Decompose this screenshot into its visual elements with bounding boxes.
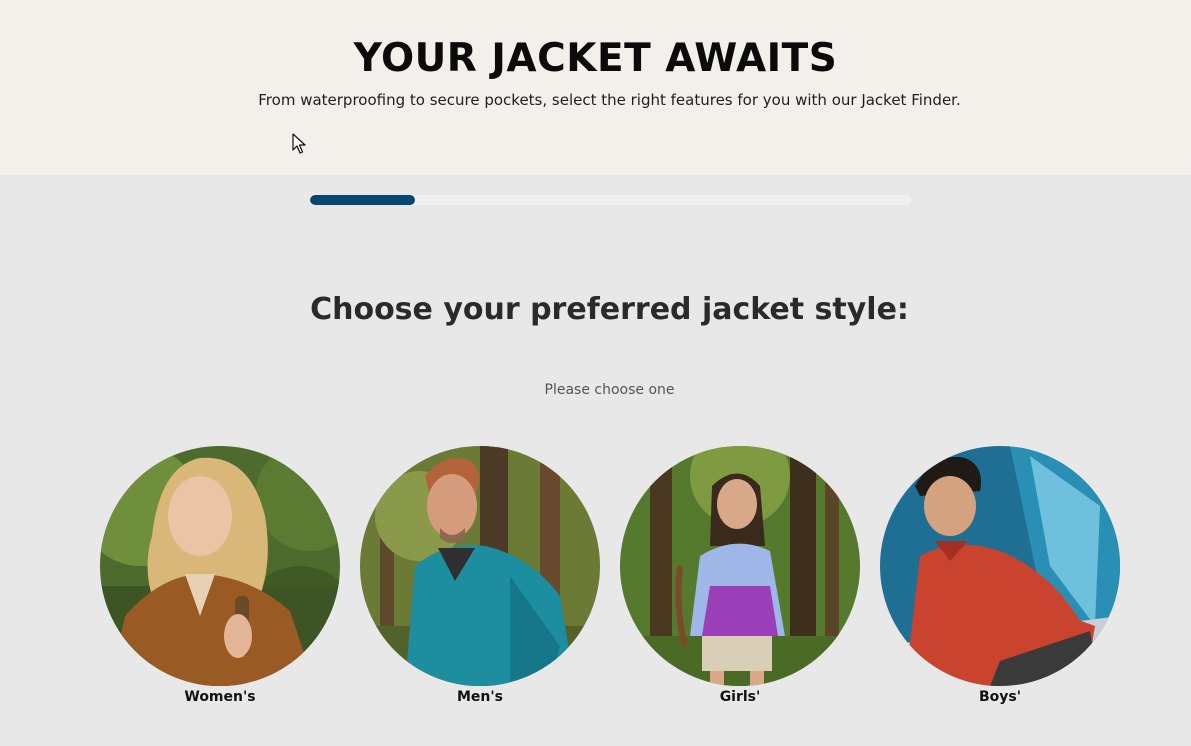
option-boys[interactable]: Boys' — [880, 446, 1120, 711]
page-title: YOUR JACKET AWAITS — [353, 36, 838, 81]
choice-hint: Please choose one — [544, 382, 675, 398]
option-label-mens: Men's — [456, 689, 503, 705]
boys-photo — [880, 446, 1120, 686]
option-girls[interactable]: Girls' — [620, 446, 860, 711]
womens-photo — [100, 446, 340, 686]
option-mens[interactable]: Men's — [360, 446, 600, 711]
girls-photo — [620, 446, 860, 686]
option-label-boys: Boys' — [978, 689, 1022, 705]
page-subtitle: From waterproofing to secure pockets, se… — [258, 91, 961, 109]
progress-bar-fill — [310, 195, 416, 205]
option-label-girls: Girls' — [719, 689, 761, 705]
option-womens[interactable]: Women's — [100, 446, 340, 711]
question-heading: Choose your preferred jacket style: — [310, 292, 909, 327]
hero-banner: YOUR JACKET AWAITS From waterproofing to… — [0, 0, 1191, 175]
mens-photo — [360, 446, 600, 686]
option-label-womens: Women's — [184, 689, 256, 705]
mouse-cursor-icon — [292, 133, 306, 154]
quiz-progress-bar — [310, 195, 911, 205]
